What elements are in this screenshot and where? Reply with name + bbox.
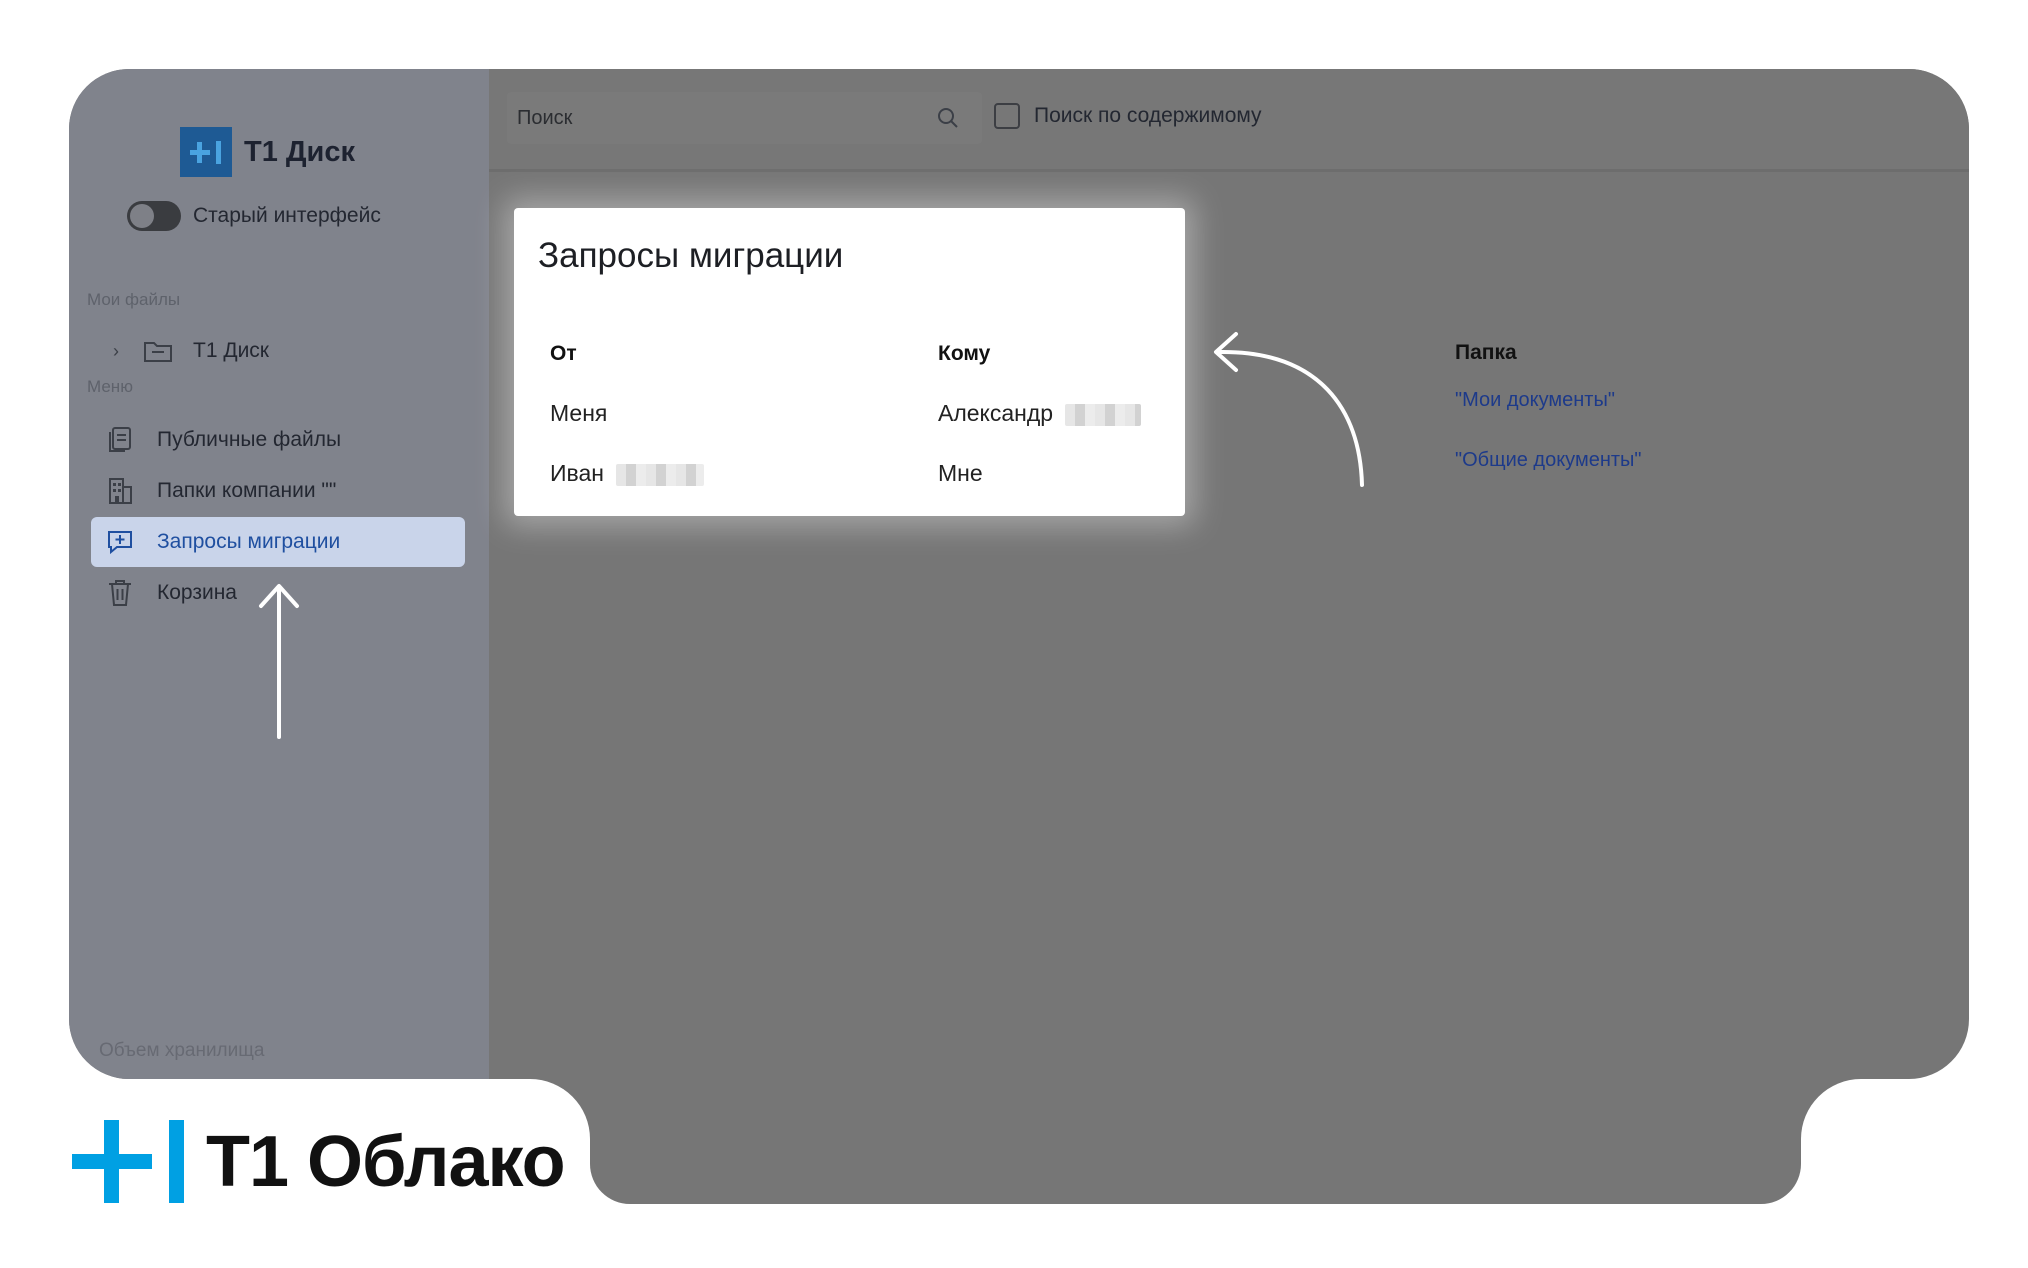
sidebar-item-label: Папки компании "": [157, 479, 337, 502]
search-placeholder: Поиск: [517, 106, 573, 129]
to-column-header: Кому: [938, 342, 991, 365]
chevron-right-icon[interactable]: ›: [113, 341, 143, 362]
menu-section-label: Меню: [87, 377, 133, 396]
sidebar: Т1 Диск Старый интерфейс Мои файлы › Т1 …: [69, 69, 489, 1079]
redacted-surname: [616, 463, 705, 486]
sidebar-item-label: Публичные файлы: [157, 428, 342, 451]
sidebar-item-label: Корзина: [157, 581, 237, 604]
sidebar-item-trash[interactable]: Корзина: [91, 568, 465, 618]
tree-item-label: Т1 Диск: [193, 339, 269, 362]
table-row-to: Мне: [938, 460, 983, 486]
app-logo[interactable]: Т1 Диск: [180, 127, 355, 177]
search-icon[interactable]: [936, 106, 960, 130]
top-bar: Поиск Поиск по содержимому: [489, 69, 1969, 172]
table-row-from: Иван: [550, 460, 705, 487]
redacted-surname: [1065, 403, 1142, 426]
brand-mark-icon: [72, 1120, 184, 1203]
old-ui-toggle[interactable]: [127, 201, 181, 231]
table-row-to: Александр: [938, 400, 1142, 427]
old-ui-toggle-label: Старый интерфейс: [193, 204, 381, 227]
trash-icon: [105, 578, 135, 608]
old-ui-toggle-row[interactable]: Старый интерфейс: [127, 201, 381, 231]
brand-text: Т1 Облако: [206, 1121, 566, 1202]
folder-link[interactable]: "Общие документы": [1455, 449, 1642, 472]
recipient-name: Александр: [938, 400, 1054, 426]
folder-link[interactable]: "Мои документы": [1455, 389, 1615, 412]
building-icon: [105, 476, 135, 506]
sidebar-item-label: Запросы миграции: [157, 530, 341, 553]
brand-logo: Т1 Облако: [72, 1120, 566, 1203]
folder-column-header: Папка: [1455, 341, 1517, 364]
dialog-title: Запросы миграции: [538, 236, 844, 275]
frame-bottom-tab: [590, 1000, 1801, 1204]
sidebar-item-migration-requests[interactable]: Запросы миграции: [91, 517, 465, 567]
logo-mark-icon: [180, 127, 232, 177]
content-search-option[interactable]: Поиск по содержимому: [994, 103, 1262, 129]
tree-item-t1-disk[interactable]: › Т1 Диск: [113, 339, 269, 363]
content-search-checkbox[interactable]: [994, 103, 1020, 129]
sender-name: Иван: [550, 460, 604, 486]
public-files-icon: [105, 425, 135, 455]
sidebar-item-company-folders[interactable]: Папки компании "": [91, 466, 465, 516]
sidebar-item-public-files[interactable]: Публичные файлы: [91, 415, 465, 465]
my-files-section-label: Мои файлы: [87, 290, 181, 309]
app-window: Т1 Диск Старый интерфейс Мои файлы › Т1 …: [69, 69, 1969, 1079]
from-column-header: От: [550, 342, 577, 365]
folder-icon: [144, 342, 172, 362]
logo-text: Т1 Диск: [244, 135, 356, 168]
migration-request-icon: [105, 527, 135, 557]
table-row-from: Меня: [550, 400, 608, 426]
migration-requests-dialog: Запросы миграции От Кому Меня Александр …: [514, 208, 1185, 516]
search-input[interactable]: Поиск: [507, 92, 982, 144]
content-search-label: Поиск по содержимому: [1034, 104, 1262, 127]
storage-label: Объем хранилища: [99, 1040, 265, 1061]
